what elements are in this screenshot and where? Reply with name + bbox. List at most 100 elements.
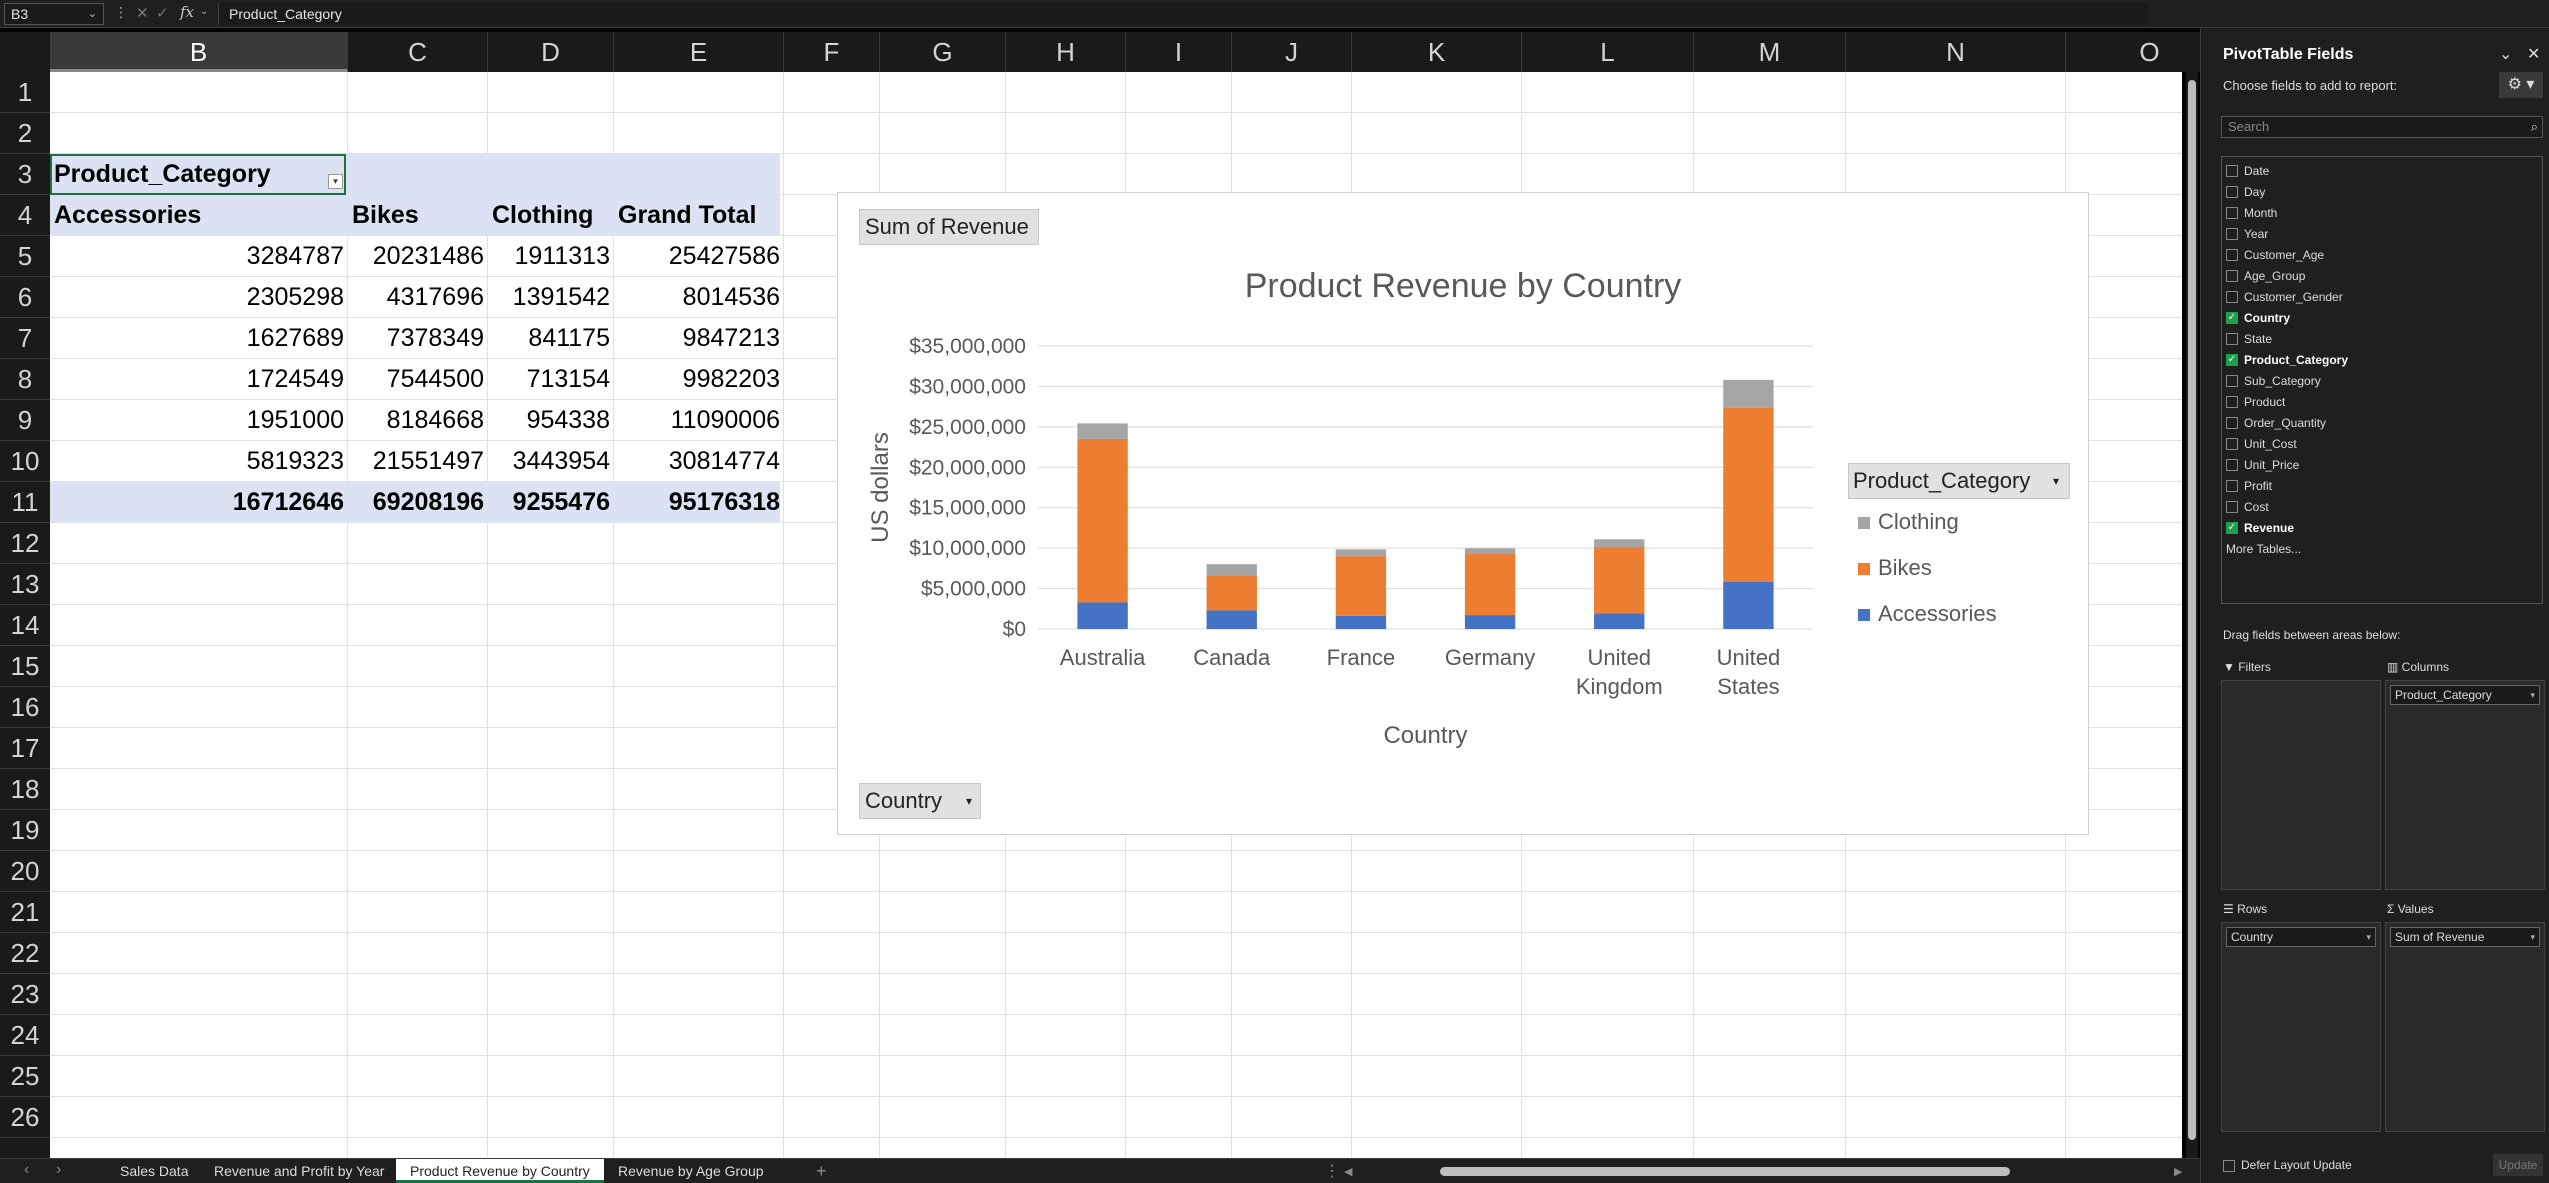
checkbox-icon[interactable]	[2226, 164, 2238, 177]
row-header-5[interactable]: 5	[0, 236, 50, 277]
field-sub-category[interactable]: Sub_Category	[2226, 371, 2321, 391]
pivot-total-cell[interactable]: 69208196	[348, 482, 488, 523]
checkbox-checked-icon[interactable]: ✓	[2226, 521, 2238, 534]
cancel-icon[interactable]: ✕	[136, 4, 149, 22]
row-header-13[interactable]: 13	[0, 564, 50, 605]
bar-clothing-france[interactable]	[1335, 549, 1387, 557]
check-icon[interactable]: ✓	[156, 4, 169, 22]
row-header-11[interactable]: 11	[0, 482, 50, 523]
row-header-23[interactable]: 23	[0, 974, 50, 1015]
bar-clothing-australia[interactable]	[1077, 423, 1128, 439]
row-header-18[interactable]: 18	[0, 769, 50, 810]
checkbox-icon[interactable]	[2226, 458, 2238, 471]
pivot-total-cell[interactable]: 9255476	[488, 482, 614, 523]
bar-bikes-united-states[interactable]	[1723, 407, 1774, 582]
column-header-c[interactable]: C	[348, 32, 488, 72]
values-area[interactable]: Sum of Revenue ▾	[2385, 922, 2545, 1132]
vertical-scroll-thumb[interactable]	[2188, 80, 2196, 1140]
bar-accessories-united-kingdom[interactable]	[1594, 613, 1645, 629]
row-header-12[interactable]: 12	[0, 523, 50, 564]
legend-item-bikes[interactable]: Bikes	[1858, 555, 1932, 581]
row-header-4[interactable]: 4	[0, 195, 50, 236]
field-product-category[interactable]: ✓ Product_Category	[2226, 350, 2348, 370]
pivot-chart[interactable]: $0 $5,000,000 $10,000,000 $15,000,000 $20,00…	[837, 192, 2089, 835]
rows-area[interactable]: Country ▾	[2221, 922, 2381, 1132]
row-header-22[interactable]: 22	[0, 933, 50, 974]
bar-clothing-canada[interactable]	[1206, 564, 1257, 576]
bar-accessories-canada[interactable]	[1206, 610, 1257, 629]
field-unit-cost[interactable]: Unit_Cost	[2226, 434, 2297, 454]
chevron-down-icon[interactable]: ⌄	[2499, 44, 2512, 64]
field-country[interactable]: ✓ Country	[2226, 308, 2290, 328]
pivot-value-cell[interactable]: 1724549	[50, 359, 348, 400]
pivot-value-cell[interactable]: 11090006	[614, 400, 784, 441]
checkbox-icon[interactable]	[2226, 206, 2238, 219]
column-header-d[interactable]: D	[488, 32, 614, 72]
checkbox-checked-icon[interactable]: ✓	[2226, 311, 2238, 324]
horizontal-scroll-thumb[interactable]	[1440, 1167, 2010, 1176]
bar-bikes-united-kingdom[interactable]	[1594, 547, 1645, 614]
field-cost[interactable]: Cost	[2226, 497, 2269, 517]
pivot-value-cell[interactable]: 5819323	[50, 441, 348, 482]
pivot-value-cell[interactable]: 8184668	[348, 400, 488, 441]
pivot-value-cell[interactable]: 3284787	[50, 236, 348, 277]
filter-dropdown-icon[interactable]: ▾	[328, 174, 343, 189]
pivot-value-cell[interactable]: 841175	[488, 318, 614, 359]
chevron-down-icon[interactable]: ⌄	[200, 6, 208, 17]
row-header-6[interactable]: 6	[0, 277, 50, 318]
more-tables-link[interactable]: More Tables...	[2226, 539, 2301, 559]
pivot-value-cell[interactable]: 30814774	[614, 441, 784, 482]
field-month[interactable]: Month	[2226, 203, 2277, 223]
pivot-value-cell[interactable]: 954338	[488, 400, 614, 441]
checkbox-icon[interactable]	[2226, 395, 2238, 408]
checkbox-icon[interactable]	[2226, 227, 2238, 240]
close-icon[interactable]: ✕	[2527, 44, 2540, 64]
tab-product-revenue-country[interactable]: Product Revenue by Country	[396, 1159, 604, 1183]
column-header-n[interactable]: N	[1846, 32, 2066, 72]
field-unit-price[interactable]: Unit_Price	[2226, 455, 2299, 475]
field-product[interactable]: Product	[2226, 392, 2285, 412]
pivot-value-cell[interactable]: 713154	[488, 359, 614, 400]
columns-area[interactable]: Product_Category ▾	[2385, 680, 2545, 890]
checkbox-icon[interactable]	[2226, 374, 2238, 387]
pivot-header-cell[interactable]: Bikes	[348, 195, 488, 236]
pivot-value-cell[interactable]: 1911313	[488, 236, 614, 277]
bar-bikes-france[interactable]	[1335, 556, 1387, 616]
legend-item-clothing[interactable]: Clothing	[1858, 509, 1959, 535]
field-year[interactable]: Year	[2226, 224, 2268, 244]
pivot-header-cell[interactable]: Accessories	[50, 195, 348, 236]
pivot-header-cell[interactable]: Grand Total	[614, 195, 784, 236]
pivot-value-cell[interactable]: 7544500	[348, 359, 488, 400]
row-header-3[interactable]: 3	[0, 154, 50, 195]
defer-layout-checkbox[interactable]: Defer Layout Update	[2223, 1158, 2352, 1172]
pivot-value-cell[interactable]: 1391542	[488, 277, 614, 318]
bar-accessories-australia[interactable]	[1077, 602, 1128, 629]
row-header-10[interactable]: 10	[0, 441, 50, 482]
chevron-left-icon[interactable]: ‹	[24, 1161, 29, 1179]
column-header-m[interactable]: M	[1694, 32, 1846, 72]
pivot-value-cell[interactable]: 1627689	[50, 318, 348, 359]
gear-icon[interactable]: ⚙ ▾	[2499, 72, 2543, 98]
column-header-e[interactable]: E	[614, 32, 784, 72]
checkbox-icon[interactable]	[2226, 332, 2238, 345]
checkbox-icon[interactable]	[2226, 248, 2238, 261]
row-header-14[interactable]: 14	[0, 605, 50, 646]
field-revenue[interactable]: ✓ Revenue	[2226, 518, 2294, 538]
field-profit[interactable]: Profit	[2226, 476, 2272, 496]
add-sheet-icon[interactable]: +	[816, 1161, 827, 1182]
column-header-h[interactable]: H	[1006, 32, 1126, 72]
column-header-b[interactable]: B	[50, 32, 348, 72]
row-header-9[interactable]: 9	[0, 400, 50, 441]
pivot-value-cell[interactable]: 21551497	[348, 441, 488, 482]
more-options-icon[interactable]: ⋮	[1324, 1161, 1340, 1181]
rows-field-country[interactable]: Country ▾	[2226, 927, 2376, 947]
checkbox-icon[interactable]	[2226, 416, 2238, 429]
pivot-total-cell[interactable]: 16712646	[50, 482, 348, 523]
pivot-header-cell[interactable]: Clothing	[488, 195, 614, 236]
row-header-15[interactable]: 15	[0, 646, 50, 687]
row-header-25[interactable]: 25	[0, 1056, 50, 1097]
scroll-left-icon[interactable]: ◀	[1344, 1165, 1352, 1178]
pivot-value-cell[interactable]: 8014536	[614, 277, 784, 318]
chevron-right-icon[interactable]: ›	[56, 1161, 61, 1179]
worksheet-grid[interactable]: Product_Category ▾ Accessories Bikes Cloth…	[50, 72, 2182, 1158]
